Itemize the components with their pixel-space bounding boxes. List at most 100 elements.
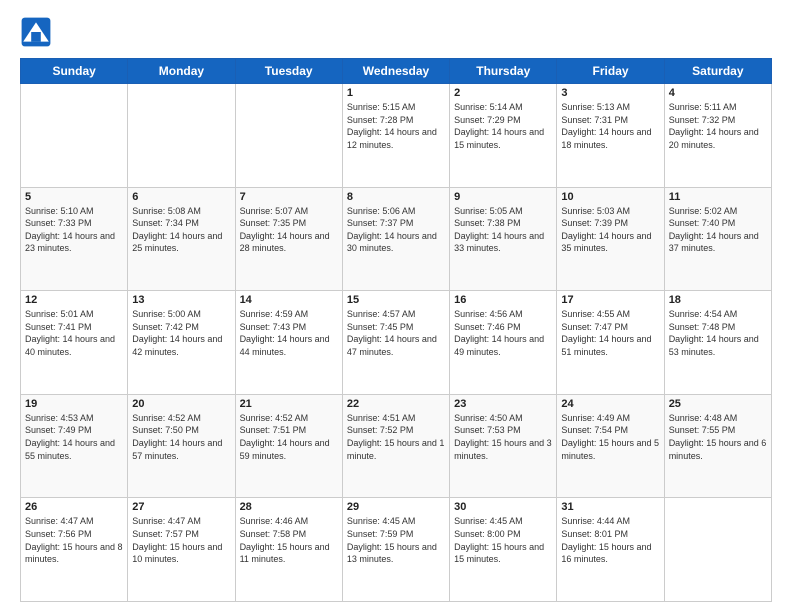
day-number: 19 bbox=[25, 398, 123, 410]
day-info: Sunrise: 5:13 AM Sunset: 7:31 PM Dayligh… bbox=[561, 101, 659, 151]
day-number: 4 bbox=[669, 87, 767, 99]
calendar-cell: 29Sunrise: 4:45 AM Sunset: 7:59 PM Dayli… bbox=[342, 498, 449, 602]
calendar-cell: 7 Sunrise: 5:07 AM Sunset: 7:35 PM Daylig… bbox=[235, 187, 342, 291]
day-info: Sunrise: 4:52 AM Sunset: 7:50 PM Dayligh… bbox=[132, 412, 230, 462]
day-info: Sunrise: 4:45 AM Sunset: 8:00 PM Dayligh… bbox=[454, 515, 552, 565]
day-info: Sunrise: 4:54 AM Sunset: 7:48 PM Dayligh… bbox=[669, 308, 767, 358]
day-info: Sunrise: 4:48 AM Sunset: 7:55 PM Dayligh… bbox=[669, 412, 767, 462]
calendar-cell: 23 Sunrise: 4:50 AM Sunset: 7:53 PM Dayli… bbox=[450, 394, 557, 498]
day-number: 15 bbox=[347, 294, 445, 306]
calendar-cell: 4 Sunrise: 5:11 AM Sunset: 7:32 PM Daylig… bbox=[664, 84, 771, 188]
day-number: 14 bbox=[240, 294, 338, 306]
weekday-header-friday: Friday bbox=[557, 59, 664, 84]
week-row-3: 12Sunrise: 5:01 AM Sunset: 7:41 PM Dayli… bbox=[21, 291, 772, 395]
day-info: Sunrise: 5:01 AM Sunset: 7:41 PM Dayligh… bbox=[25, 308, 123, 358]
day-info: Sunrise: 4:47 AM Sunset: 7:56 PM Dayligh… bbox=[25, 515, 123, 565]
day-info: Sunrise: 4:56 AM Sunset: 7:46 PM Dayligh… bbox=[454, 308, 552, 358]
day-number: 25 bbox=[669, 398, 767, 410]
day-number: 2 bbox=[454, 87, 552, 99]
day-info: Sunrise: 4:50 AM Sunset: 7:53 PM Dayligh… bbox=[454, 412, 552, 462]
calendar: SundayMondayTuesdayWednesdayThursdayFrid… bbox=[20, 58, 772, 602]
calendar-cell bbox=[235, 84, 342, 188]
day-info: Sunrise: 5:02 AM Sunset: 7:40 PM Dayligh… bbox=[669, 205, 767, 255]
weekday-header-wednesday: Wednesday bbox=[342, 59, 449, 84]
calendar-cell: 9Sunrise: 5:05 AM Sunset: 7:38 PM Daylig… bbox=[450, 187, 557, 291]
day-info: Sunrise: 4:53 AM Sunset: 7:49 PM Dayligh… bbox=[25, 412, 123, 462]
calendar-cell: 8Sunrise: 5:06 AM Sunset: 7:37 PM Daylig… bbox=[342, 187, 449, 291]
calendar-cell: 12Sunrise: 5:01 AM Sunset: 7:41 PM Dayli… bbox=[21, 291, 128, 395]
calendar-cell: 11 Sunrise: 5:02 AM Sunset: 7:40 PM Dayli… bbox=[664, 187, 771, 291]
day-info: Sunrise: 4:52 AM Sunset: 7:51 PM Dayligh… bbox=[240, 412, 338, 462]
day-info: Sunrise: 5:03 AM Sunset: 7:39 PM Dayligh… bbox=[561, 205, 659, 255]
calendar-cell: 28 Sunrise: 4:46 AM Sunset: 7:58 PM Dayli… bbox=[235, 498, 342, 602]
day-number: 24 bbox=[561, 398, 659, 410]
week-row-4: 19 Sunrise: 4:53 AM Sunset: 7:49 PM Dayli… bbox=[21, 394, 772, 498]
calendar-cell: 27Sunrise: 4:47 AM Sunset: 7:57 PM Dayli… bbox=[128, 498, 235, 602]
day-info: Sunrise: 5:07 AM Sunset: 7:35 PM Dayligh… bbox=[240, 205, 338, 255]
day-info: Sunrise: 4:46 AM Sunset: 7:58 PM Dayligh… bbox=[240, 515, 338, 565]
day-info: Sunrise: 5:10 AM Sunset: 7:33 PM Dayligh… bbox=[25, 205, 123, 255]
day-number: 22 bbox=[347, 398, 445, 410]
calendar-cell: 10 Sunrise: 5:03 AM Sunset: 7:39 PM Dayli… bbox=[557, 187, 664, 291]
day-number: 20 bbox=[132, 398, 230, 410]
week-row-1: 1 Sunrise: 5:15 AM Sunset: 7:28 PM Daylig… bbox=[21, 84, 772, 188]
day-number: 17 bbox=[561, 294, 659, 306]
calendar-cell: 3 Sunrise: 5:13 AM Sunset: 7:31 PM Daylig… bbox=[557, 84, 664, 188]
calendar-cell: 19 Sunrise: 4:53 AM Sunset: 7:49 PM Dayli… bbox=[21, 394, 128, 498]
day-number: 18 bbox=[669, 294, 767, 306]
calendar-cell: 24Sunrise: 4:49 AM Sunset: 7:54 PM Dayli… bbox=[557, 394, 664, 498]
day-number: 5 bbox=[25, 191, 123, 203]
day-number: 1 bbox=[347, 87, 445, 99]
logo-icon bbox=[20, 16, 52, 48]
weekday-row: SundayMondayTuesdayWednesdayThursdayFrid… bbox=[21, 59, 772, 84]
day-info: Sunrise: 4:57 AM Sunset: 7:45 PM Dayligh… bbox=[347, 308, 445, 358]
day-number: 6 bbox=[132, 191, 230, 203]
calendar-cell: 31 Sunrise: 4:44 AM Sunset: 8:01 PM Dayli… bbox=[557, 498, 664, 602]
calendar-cell: 1 Sunrise: 5:15 AM Sunset: 7:28 PM Daylig… bbox=[342, 84, 449, 188]
day-number: 10 bbox=[561, 191, 659, 203]
day-number: 7 bbox=[240, 191, 338, 203]
calendar-cell: 26 Sunrise: 4:47 AM Sunset: 7:56 PM Dayli… bbox=[21, 498, 128, 602]
calendar-cell: 6 Sunrise: 5:08 AM Sunset: 7:34 PM Daylig… bbox=[128, 187, 235, 291]
day-number: 23 bbox=[454, 398, 552, 410]
calendar-cell: 13 Sunrise: 5:00 AM Sunset: 7:42 PM Dayli… bbox=[128, 291, 235, 395]
calendar-cell: 2 Sunrise: 5:14 AM Sunset: 7:29 PM Daylig… bbox=[450, 84, 557, 188]
weekday-header-saturday: Saturday bbox=[664, 59, 771, 84]
calendar-body: 1 Sunrise: 5:15 AM Sunset: 7:28 PM Daylig… bbox=[21, 84, 772, 602]
day-info: Sunrise: 5:14 AM Sunset: 7:29 PM Dayligh… bbox=[454, 101, 552, 151]
calendar-cell: 22 Sunrise: 4:51 AM Sunset: 7:52 PM Dayli… bbox=[342, 394, 449, 498]
day-info: Sunrise: 4:44 AM Sunset: 8:01 PM Dayligh… bbox=[561, 515, 659, 565]
day-number: 16 bbox=[454, 294, 552, 306]
day-info: Sunrise: 5:00 AM Sunset: 7:42 PM Dayligh… bbox=[132, 308, 230, 358]
calendar-cell: 15 Sunrise: 4:57 AM Sunset: 7:45 PM Dayli… bbox=[342, 291, 449, 395]
logo bbox=[20, 16, 56, 48]
calendar-cell: 20 Sunrise: 4:52 AM Sunset: 7:50 PM Dayli… bbox=[128, 394, 235, 498]
calendar-cell: 18 Sunrise: 4:54 AM Sunset: 7:48 PM Dayli… bbox=[664, 291, 771, 395]
weekday-header-tuesday: Tuesday bbox=[235, 59, 342, 84]
calendar-cell: 5 Sunrise: 5:10 AM Sunset: 7:33 PM Daylig… bbox=[21, 187, 128, 291]
calendar-cell: 25 Sunrise: 4:48 AM Sunset: 7:55 PM Dayli… bbox=[664, 394, 771, 498]
day-number: 21 bbox=[240, 398, 338, 410]
day-number: 29 bbox=[347, 501, 445, 513]
day-number: 9 bbox=[454, 191, 552, 203]
day-info: Sunrise: 5:15 AM Sunset: 7:28 PM Dayligh… bbox=[347, 101, 445, 151]
page: SundayMondayTuesdayWednesdayThursdayFrid… bbox=[0, 0, 792, 612]
weekday-header-sunday: Sunday bbox=[21, 59, 128, 84]
week-row-2: 5 Sunrise: 5:10 AM Sunset: 7:33 PM Daylig… bbox=[21, 187, 772, 291]
calendar-cell: 17Sunrise: 4:55 AM Sunset: 7:47 PM Dayli… bbox=[557, 291, 664, 395]
day-info: Sunrise: 4:59 AM Sunset: 7:43 PM Dayligh… bbox=[240, 308, 338, 358]
day-info: Sunrise: 5:08 AM Sunset: 7:34 PM Dayligh… bbox=[132, 205, 230, 255]
weekday-header-thursday: Thursday bbox=[450, 59, 557, 84]
calendar-cell bbox=[21, 84, 128, 188]
day-info: Sunrise: 5:11 AM Sunset: 7:32 PM Dayligh… bbox=[669, 101, 767, 151]
day-number: 26 bbox=[25, 501, 123, 513]
day-info: Sunrise: 4:51 AM Sunset: 7:52 PM Dayligh… bbox=[347, 412, 445, 462]
day-number: 31 bbox=[561, 501, 659, 513]
day-number: 3 bbox=[561, 87, 659, 99]
day-info: Sunrise: 5:06 AM Sunset: 7:37 PM Dayligh… bbox=[347, 205, 445, 255]
day-number: 11 bbox=[669, 191, 767, 203]
day-number: 28 bbox=[240, 501, 338, 513]
day-number: 13 bbox=[132, 294, 230, 306]
day-info: Sunrise: 4:47 AM Sunset: 7:57 PM Dayligh… bbox=[132, 515, 230, 565]
calendar-cell: 21 Sunrise: 4:52 AM Sunset: 7:51 PM Dayli… bbox=[235, 394, 342, 498]
